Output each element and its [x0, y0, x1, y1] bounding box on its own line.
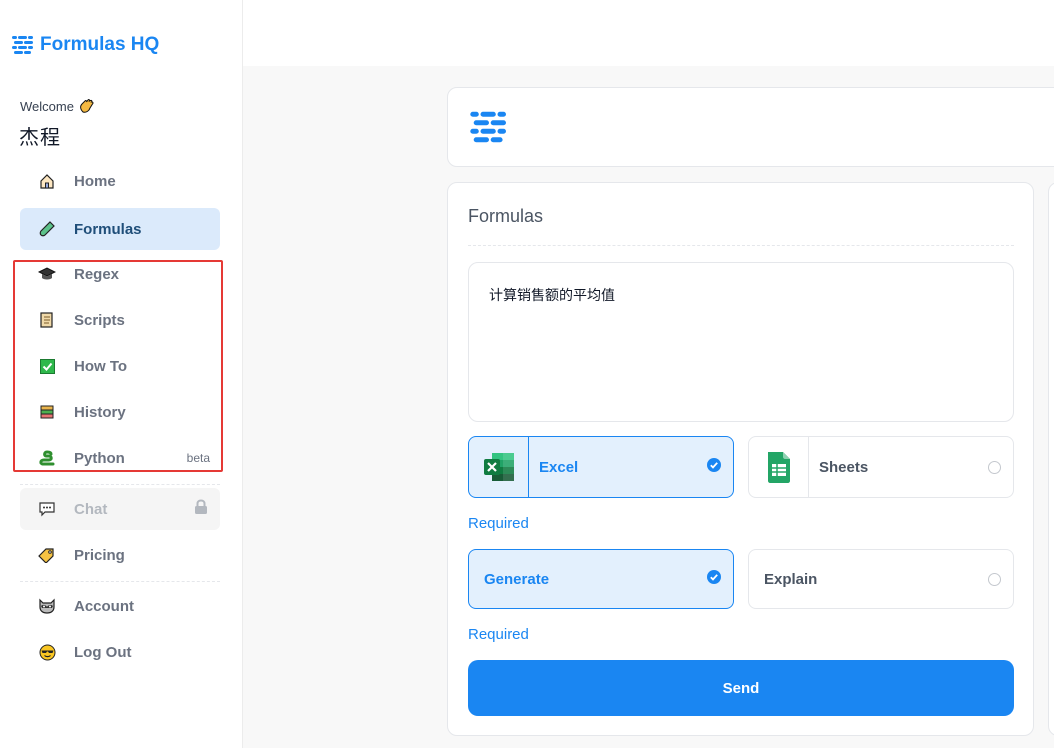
option-label: Explain — [764, 570, 818, 588]
prompt-textarea[interactable]: 计算销售额的平均值 — [468, 262, 1014, 422]
sidebar-item-label: Formulas — [74, 220, 142, 238]
option-generate[interactable]: Generate — [468, 549, 734, 609]
mode-required-text: Required — [468, 626, 529, 643]
sidebar-item-label: Scripts — [74, 311, 125, 329]
sidebar-item-python[interactable]: Python beta — [20, 437, 220, 479]
scroll-icon — [40, 312, 53, 328]
option-excel[interactable]: Excel — [468, 436, 734, 498]
check-circle-icon — [707, 569, 721, 584]
waving-hand-icon — [80, 99, 94, 113]
lock-icon — [195, 498, 207, 514]
sidebar-item-account[interactable]: Account — [20, 585, 220, 627]
sidebar-item-pricing[interactable]: Pricing — [20, 534, 220, 576]
platform-required-text: Required — [468, 515, 529, 532]
brand-logo[interactable]: Formulas HQ — [12, 34, 159, 56]
sunglasses-face-icon — [39, 644, 55, 660]
sidebar-item-label: Regex — [74, 265, 120, 283]
house-icon — [40, 174, 54, 189]
sidebar-item-regex[interactable]: Regex — [20, 253, 220, 295]
option-sheets[interactable]: Sheets — [748, 436, 1014, 498]
sidebar-item-scripts[interactable]: Scripts — [20, 299, 220, 341]
sidebar-item-label: Log Out — [74, 643, 132, 661]
panel-title: Formulas — [468, 206, 544, 226]
formulas-logo-icon — [470, 111, 506, 143]
snake-icon — [39, 450, 55, 466]
graduation-cap-icon — [38, 267, 56, 280]
sidebar-item-label: How To — [74, 357, 128, 375]
brand-name: Formulas HQ — [40, 34, 160, 55]
sidebar-item-label: Account — [74, 597, 134, 615]
sheets-icon — [767, 452, 790, 483]
radio-empty-icon — [988, 572, 1001, 586]
option-label: Generate — [484, 570, 550, 588]
username: 杰程 — [19, 125, 61, 149]
sidebar-item-label: Pricing — [74, 546, 125, 564]
sidebar-item-label: Chat — [74, 500, 108, 518]
radio-empty-icon — [988, 460, 1001, 474]
sidebar-item-chat[interactable]: Chat — [20, 488, 220, 530]
price-tag-icon — [38, 548, 54, 563]
beta-badge: beta — [186, 451, 210, 465]
top-bar — [243, 0, 1054, 66]
sidebar-item-formulas[interactable]: Formulas — [20, 208, 220, 250]
formulas-logo-icon — [12, 36, 33, 54]
sidebar-item-log-out[interactable]: Log Out — [20, 631, 220, 673]
sidebar-item-label: Home — [74, 172, 116, 190]
speech-bubble-icon — [39, 501, 55, 516]
option-label: Excel — [539, 458, 579, 476]
excel-icon — [483, 453, 514, 481]
sidebar-item-history[interactable]: History — [20, 391, 220, 433]
sidebar-divider — [20, 484, 220, 485]
panel-divider — [468, 245, 1014, 246]
app: Formulas HQ Welcome 杰程 Home Formulas Reg… — [0, 0, 1054, 748]
sidebar-item-how-to[interactable]: How To — [20, 345, 220, 387]
check-box-icon — [39, 358, 55, 374]
check-circle-icon — [707, 457, 721, 472]
raccoon-face-icon — [39, 598, 55, 614]
sidebar-divider — [20, 581, 220, 582]
option-explain[interactable]: Explain — [748, 549, 1014, 609]
sidebar-item-label: Python — [74, 449, 125, 467]
sidebar: Formulas HQ Welcome 杰程 Home Formulas Reg… — [0, 0, 243, 748]
test-tube-icon — [39, 221, 55, 237]
logo-card — [447, 87, 1054, 167]
send-button[interactable]: Send — [468, 660, 1014, 716]
sidebar-item-label: History — [74, 403, 126, 421]
formulas-panel: Formulas 计算销售额的平均值 Excel Sheets Required… — [447, 182, 1034, 736]
secondary-panel-edge — [1048, 182, 1054, 736]
books-icon — [40, 405, 54, 419]
option-label: Sheets — [819, 458, 869, 476]
welcome-text: Welcome — [20, 97, 96, 115]
sidebar-item-home[interactable]: Home — [20, 160, 220, 202]
